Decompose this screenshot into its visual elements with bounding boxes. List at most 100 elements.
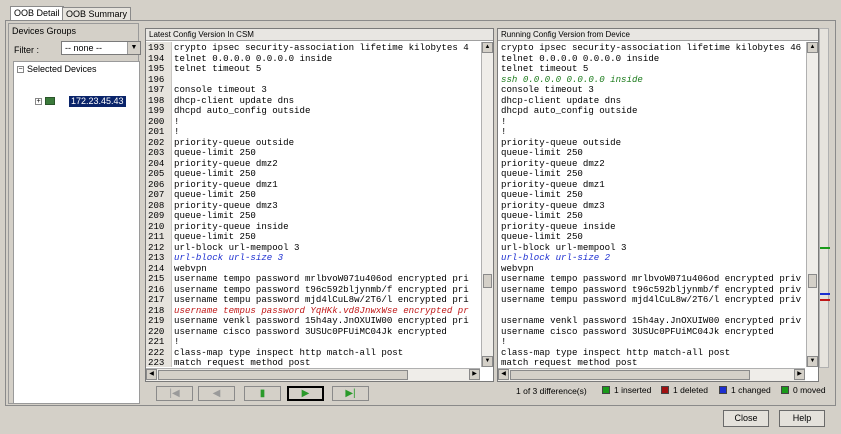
config-line: 216 username tempo password t96c592bljynm…	[146, 285, 479, 296]
config-line: 202 priority-queue outside	[146, 138, 479, 149]
line-number: 199	[148, 106, 165, 116]
scroll-right-icon[interactable]: ▶	[794, 369, 805, 380]
config-line: 203 queue-limit 250	[146, 148, 479, 159]
config-line: 213 url-block url-size 3	[146, 253, 479, 264]
filter-label: Filter :	[14, 45, 40, 55]
line-text: queue-limit 250	[174, 190, 256, 200]
line-number: 194	[148, 53, 165, 64]
moved-legend-swatch	[781, 386, 789, 394]
tab-oob-detail[interactable]: OOB Detail	[10, 6, 64, 21]
line-text: match request method post	[501, 358, 638, 368]
config-line: 211 queue-limit 250	[146, 232, 479, 243]
config-line: 208 priority-queue dmz3	[146, 201, 479, 212]
running-pane-header: Running Config Version from Device	[498, 29, 818, 41]
config-line: crypto ipsec security-association lifeti…	[498, 43, 804, 54]
line-text: queue-limit 250	[501, 148, 583, 158]
overview-mark-inserted[interactable]	[820, 247, 830, 249]
line-text: !	[501, 116, 507, 127]
config-line: priority-queue outside	[498, 138, 804, 149]
tree-device-selected[interactable]: 172.23.45.43	[69, 96, 126, 107]
hscroll-thumb[interactable]	[158, 370, 408, 380]
config-line: 219 username venkl password 15h4ay.JnOXUI…	[146, 316, 479, 327]
chevron-down-icon[interactable]: ▼	[127, 42, 140, 54]
deleted-legend-swatch	[661, 386, 669, 394]
csm-vertical-scrollbar[interactable]: ▲ ▼	[481, 42, 493, 367]
tree-root-label[interactable]: Selected Devices	[27, 64, 97, 74]
line-number: 210	[148, 221, 165, 232]
running-vertical-scrollbar[interactable]: ▲ ▼	[806, 42, 818, 367]
config-line: 195 telnet timeout 5	[146, 64, 479, 75]
line-number: 201	[148, 127, 165, 137]
line-text: username cisco password 3USUc0PFUiMC04Jk…	[501, 326, 774, 337]
close-button[interactable]: Close	[723, 410, 769, 427]
line-number: 195	[148, 64, 165, 74]
line-text: !	[501, 127, 507, 137]
line-number: 223	[148, 358, 165, 368]
filter-select[interactable]: -- none -- ▼	[61, 41, 141, 55]
scroll-left-icon[interactable]: ◀	[146, 369, 157, 380]
last-difference-button[interactable]: ▶|	[332, 386, 369, 401]
line-number: 216	[148, 284, 165, 295]
first-difference-button[interactable]: |◀	[156, 386, 193, 401]
config-line: 218 username tempus password YqHKk.vd8Jnw…	[146, 306, 479, 317]
config-line: 223 match request method post	[146, 358, 479, 369]
previous-difference-button[interactable]: ◀	[198, 386, 235, 401]
config-line: dhcpd auto_config outside	[498, 106, 804, 117]
line-number: 211	[148, 232, 165, 242]
config-line: !	[498, 117, 804, 128]
hscroll-thumb[interactable]	[510, 370, 750, 380]
line-text: priority-queue outside	[174, 137, 295, 148]
config-line: 207 queue-limit 250	[146, 190, 479, 201]
line-number: 214	[148, 263, 165, 274]
config-line: 194 telnet 0.0.0.0 0.0.0.0 inside	[146, 54, 479, 65]
line-text: url-block url-size 3	[174, 253, 284, 263]
config-line: console timeout 3	[498, 85, 804, 96]
config-line: 212 url-block url-mempool 3	[146, 243, 479, 254]
line-text: console timeout 3	[174, 85, 267, 95]
collapse-icon[interactable]: −	[17, 66, 24, 73]
config-line: 199 dhcpd auto_config outside	[146, 106, 479, 117]
config-line: queue-limit 250	[498, 169, 804, 180]
config-line: 205 queue-limit 250	[146, 169, 479, 180]
help-button[interactable]: Help	[779, 410, 825, 427]
line-text: username venkl password 15h4ay.JnOXUIW00…	[501, 316, 802, 326]
scroll-up-icon[interactable]: ▲	[807, 42, 818, 53]
scroll-up-icon[interactable]: ▲	[482, 42, 493, 53]
line-text: match request method post	[174, 358, 311, 368]
overview-mark-deleted[interactable]	[820, 299, 830, 301]
csm-horizontal-scrollbar[interactable]: ◀ ▶	[146, 368, 480, 381]
config-line: 220 username cisco password 3USUc0PFUiMC0…	[146, 327, 479, 338]
csm-config-pane: Latest Config Version In CSM 193 crypto i…	[145, 28, 494, 382]
current-difference-button[interactable]: ▮	[244, 386, 281, 401]
line-text: username tempu password mjd4lCuL8w/2T6/l…	[501, 295, 802, 305]
scroll-thumb[interactable]	[808, 274, 817, 288]
config-line: priority-queue dmz1	[498, 180, 804, 191]
line-text: priority-queue inside	[501, 221, 616, 232]
config-line: telnet 0.0.0.0 0.0.0.0 inside	[498, 54, 804, 65]
scroll-right-icon[interactable]: ▶	[469, 369, 480, 380]
scroll-thumb[interactable]	[483, 274, 492, 288]
diff-overview-strip[interactable]	[819, 28, 830, 368]
line-text: queue-limit 250	[174, 169, 256, 179]
tab-oob-summary[interactable]: OOB Summary	[62, 7, 132, 21]
line-number: 200	[148, 116, 165, 127]
config-line: dhcp-client update dns	[498, 96, 804, 107]
config-line: url-block url-mempool 3	[498, 243, 804, 254]
next-difference-button[interactable]: ▶	[287, 386, 324, 401]
line-number: 209	[148, 211, 165, 221]
running-horizontal-scrollbar[interactable]: ◀ ▶	[498, 368, 805, 381]
scroll-down-icon[interactable]: ▼	[482, 356, 493, 367]
overview-mark-changed[interactable]	[820, 293, 830, 295]
line-text: username tempo password t96c592bljynmb/f…	[174, 284, 469, 295]
line-text: url-block url-size 2	[501, 253, 611, 263]
config-line: !	[498, 337, 804, 348]
config-line: 215 username tempo password mrlbvoW071u40…	[146, 274, 479, 285]
line-text: username tempo password mrlbvoW071u406od…	[174, 274, 469, 284]
line-text: telnet 0.0.0.0 0.0.0.0 inside	[501, 53, 660, 64]
scroll-left-icon[interactable]: ◀	[498, 369, 509, 380]
line-text: queue-limit 250	[501, 232, 583, 242]
running-config-pane: Running Config Version from Device crypt…	[497, 28, 819, 382]
scroll-down-icon[interactable]: ▼	[807, 356, 818, 367]
expand-icon[interactable]: +	[35, 98, 42, 105]
next-diff-icon: ▶	[301, 387, 310, 399]
